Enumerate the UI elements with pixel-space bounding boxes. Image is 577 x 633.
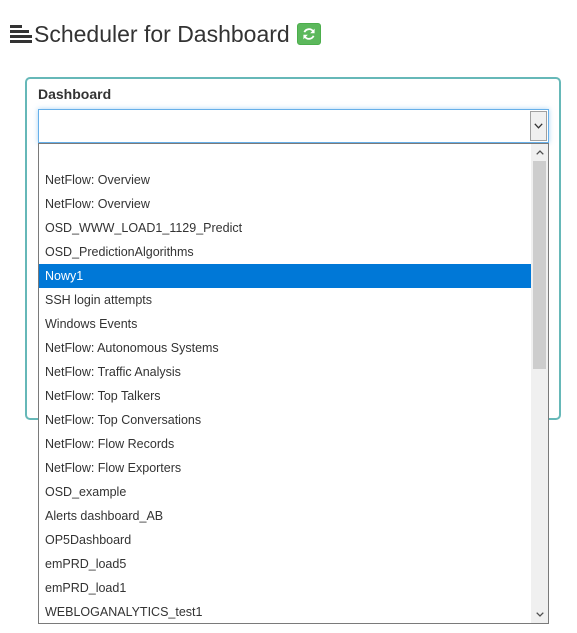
dropdown-scrollbar[interactable] [531, 144, 548, 623]
dropdown-option[interactable]: NetFlow: Flow Exporters [39, 456, 532, 480]
chevron-up-icon [535, 150, 544, 155]
page-header: Scheduler for Dashboard [8, 18, 321, 50]
scroll-down-button[interactable] [531, 606, 548, 623]
dropdown-option[interactable]: OSD_PredictionAlgorithms [39, 240, 532, 264]
dropdown-option[interactable]: NetFlow: Autonomous Systems [39, 336, 532, 360]
dropdown-option[interactable]: NetFlow: Traffic Analysis [39, 360, 532, 384]
dropdown-option[interactable]: SSH login attempts [39, 288, 532, 312]
dropdown-options: NetFlow: Overview NetFlow: Overview OSD_WW… [39, 144, 532, 623]
dashboard-label: Dashboard [38, 86, 112, 102]
dropdown-option[interactable]: Windows Events [39, 312, 532, 336]
dropdown-option[interactable]: OSD_WWW_LOAD1_1129_Predict [39, 216, 532, 240]
dropdown-option[interactable]: NetFlow: Top Talkers [39, 384, 532, 408]
refresh-icon [303, 28, 315, 40]
page-title: Scheduler for Dashboard [34, 20, 290, 47]
dropdown-option[interactable] [39, 144, 532, 168]
scroll-up-button[interactable] [531, 144, 548, 161]
scroll-thumb[interactable] [533, 161, 546, 369]
hamburger-menu-icon[interactable] [8, 22, 34, 46]
refresh-button[interactable] [296, 23, 321, 45]
chevron-down-icon [535, 612, 544, 617]
dropdown-option[interactable]: NetFlow: Top Conversations [39, 408, 532, 432]
dropdown-option[interactable]: emPRD_load5 [39, 552, 532, 576]
dropdown-option[interactable]: OP5Dashboard [39, 528, 532, 552]
dropdown-option[interactable]: NetFlow: Overview [39, 192, 532, 216]
dropdown-option[interactable]: NetFlow: Flow Records [39, 432, 532, 456]
dropdown-option[interactable]: WEBLOGANALYTICS_test1 [39, 600, 532, 623]
dashboard-dropdown-list[interactable]: NetFlow: Overview NetFlow: Overview OSD_WW… [38, 143, 549, 624]
dropdown-option[interactable]: Nowy1 [39, 264, 532, 288]
dropdown-option[interactable]: Alerts dashboard_AB [39, 504, 532, 528]
dropdown-option[interactable]: OSD_example [39, 480, 532, 504]
dashboard-select[interactable] [38, 109, 549, 143]
dropdown-option[interactable]: NetFlow: Overview [39, 168, 532, 192]
chevron-down-icon [534, 123, 543, 129]
select-dropdown-button[interactable] [530, 111, 547, 141]
dropdown-option[interactable]: emPRD_load1 [39, 576, 532, 600]
